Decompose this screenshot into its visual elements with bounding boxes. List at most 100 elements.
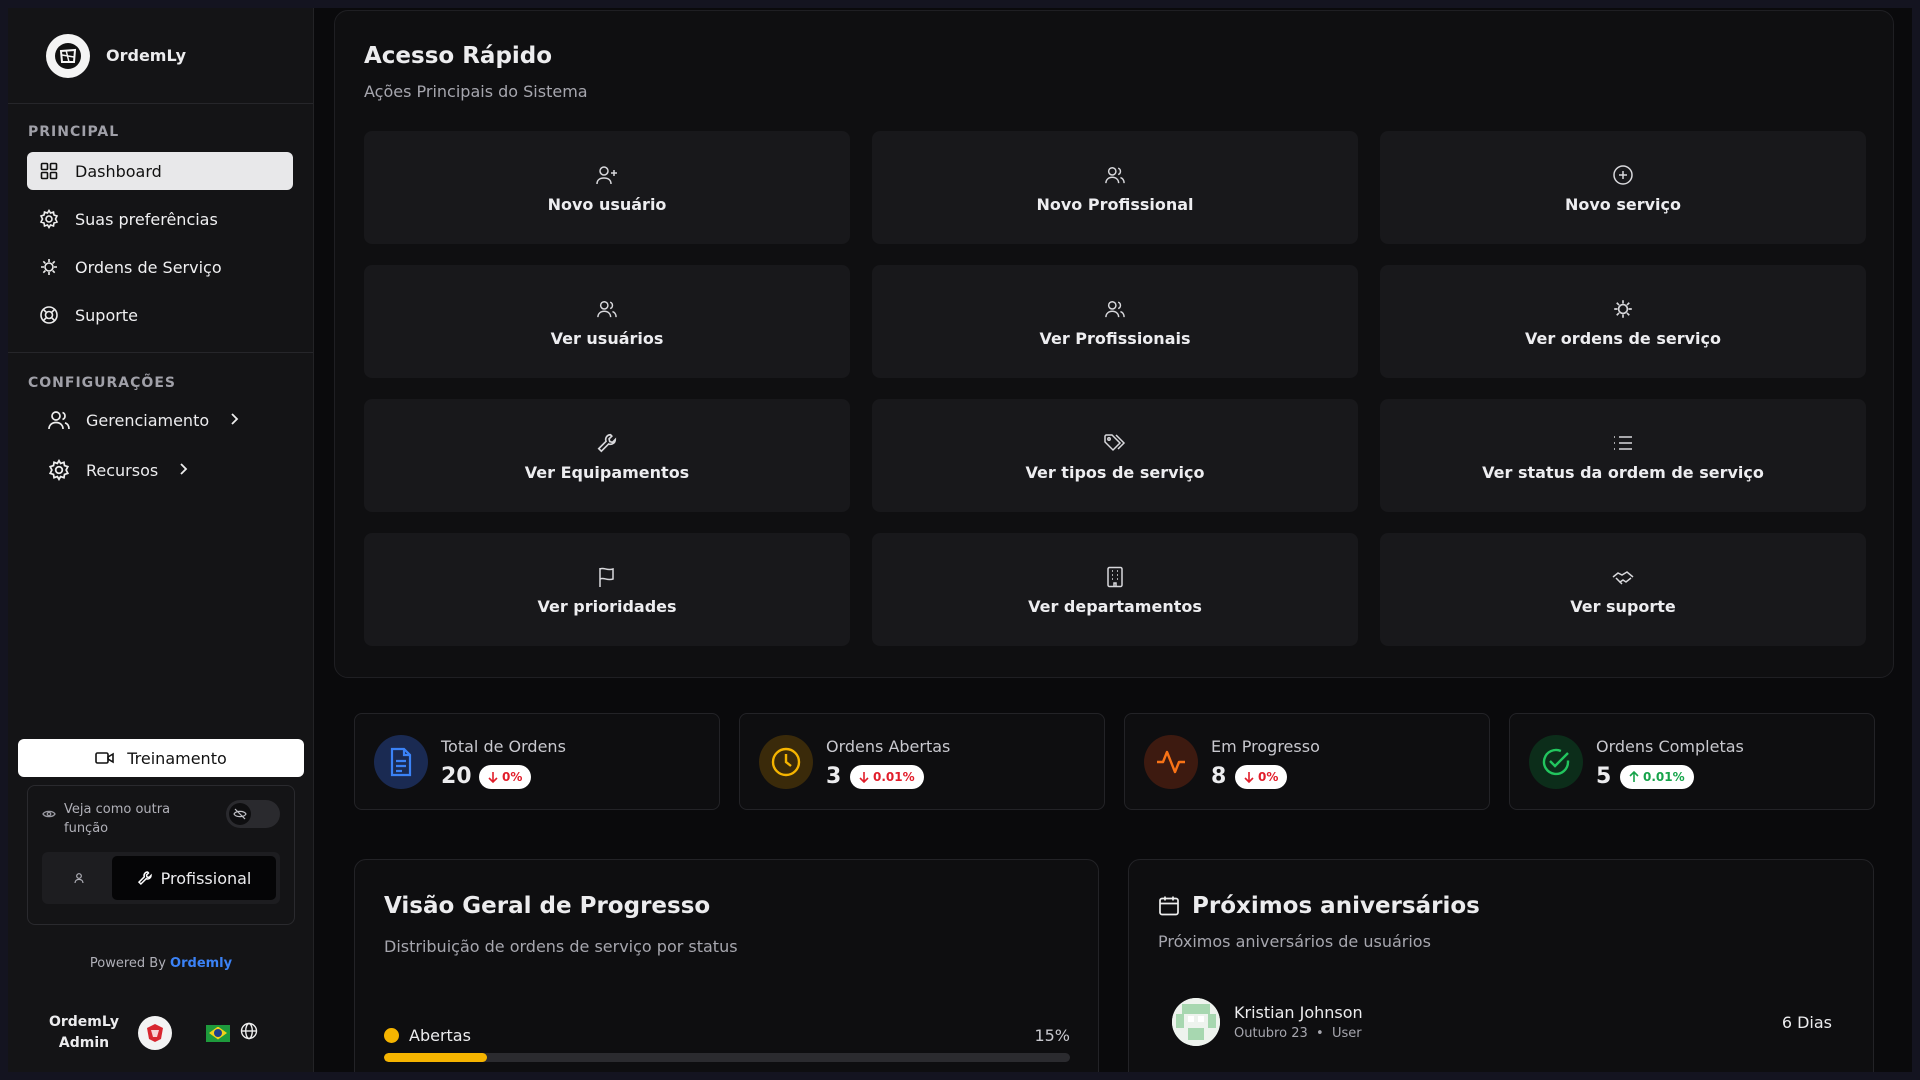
stat-card-open-orders[interactable]: Ordens Abertas 3 0.01% [739, 713, 1105, 810]
birthdays-subtitle: Próximos aniversários de usuários [1158, 932, 1431, 951]
tile-view-service-types[interactable]: Ver tipos de serviço [872, 399, 1358, 512]
birthday-meta: Outubro 23 • User [1234, 1026, 1363, 1041]
training-button[interactable]: Treinamento [18, 739, 304, 777]
role-switcher-panel: Veja como outra função Profissional [27, 785, 295, 925]
stat-card-completed-orders[interactable]: Ordens Completas 5 0.01% [1509, 713, 1875, 810]
tile-label: Novo serviço [1564, 194, 1682, 214]
users-icon [596, 296, 618, 322]
sidebar-item-resources[interactable]: Recursos [8, 445, 313, 495]
tile-label: Ver departamentos [1028, 596, 1202, 616]
wrench-icon [137, 871, 152, 886]
eye-icon [42, 804, 56, 823]
tile-new-user[interactable]: Novo usuário [364, 131, 850, 244]
tile-new-professional[interactable]: Novo Profissional [872, 131, 1358, 244]
check-circle-icon [1529, 735, 1583, 789]
avatar[interactable] [138, 1016, 172, 1050]
stat-value: 5 [1596, 764, 1612, 789]
tile-label: Ver Profissionais [1039, 328, 1191, 348]
training-label: Treinamento [127, 748, 227, 768]
birthdays-title-row: Próximos aniversários [1158, 893, 1480, 919]
arrow-down-icon [488, 772, 498, 783]
stat-change-value: 0.01% [1643, 770, 1685, 784]
section-config-label: CONFIGURAÇÕES [28, 375, 176, 391]
stat-card-total-orders[interactable]: Total de Ordens 20 0% [354, 713, 720, 810]
tile-view-order-status[interactable]: Ver status da ordem de serviço [1380, 399, 1866, 512]
role-option-user[interactable] [46, 856, 112, 900]
role-view-label: Veja como outra função [64, 802, 171, 836]
tile-label: Ver ordens de serviço [1524, 328, 1722, 348]
settings-icon [46, 457, 72, 483]
life-buoy-icon [37, 303, 61, 327]
stats-row: Total de Ordens 20 0% Ordens Abertas 3 0… [354, 713, 1875, 810]
birthdays-panel: Próximos aniversários Próximos aniversár… [1128, 859, 1874, 1080]
birthday-days: 6 Dias [1781, 1012, 1832, 1032]
sidebar-item-label: Dashboard [75, 161, 162, 181]
users-icon [1104, 162, 1126, 188]
tile-label: Ver prioridades [537, 596, 677, 616]
progress-title: Visão Geral de Progresso [384, 893, 711, 919]
user-icon [74, 873, 84, 884]
tile-view-users[interactable]: Ver usuários [364, 265, 850, 378]
brazil-flag-icon[interactable] [206, 1024, 230, 1042]
settings-icon [37, 207, 61, 231]
progress-row-percent: 15% [1034, 1026, 1070, 1045]
quick-access-title: Acesso Rápido [364, 43, 553, 69]
tile-label: Ver Equipamentos [524, 462, 690, 482]
stat-value: 8 [1211, 764, 1227, 789]
section-principal-label: PRINCIPAL [28, 124, 120, 140]
stat-label: Total de Ordens [441, 737, 566, 756]
file-text-icon [374, 735, 428, 789]
tags-icon [1103, 430, 1127, 456]
sidebar-item-support[interactable]: Suporte [27, 296, 293, 334]
flag-icon [597, 564, 617, 590]
quick-access-grid: Novo usuário Novo Profissional Novo serv… [364, 131, 1866, 646]
tile-label: Novo usuário [547, 194, 667, 214]
sidebar-item-preferences[interactable]: Suas preferências [27, 200, 293, 238]
cog-icon [1612, 296, 1634, 322]
sidebar-item-dashboard[interactable]: Dashboard [27, 152, 293, 190]
chevron-right-icon [178, 461, 188, 480]
sidebar-item-management[interactable]: Gerenciamento [8, 395, 313, 445]
sidebar-item-label: Suas preferências [75, 209, 218, 229]
stat-change-value: 0% [1258, 770, 1279, 784]
user-name[interactable]: OrdemLy Admin [48, 1012, 120, 1054]
tile-view-equipment[interactable]: Ver Equipamentos [364, 399, 850, 512]
progress-row-open: Abertas 15% [384, 1026, 1070, 1045]
progress-subtitle: Distribuição de ordens de serviço por st… [384, 937, 738, 956]
tile-label: Ver tipos de serviço [1025, 462, 1205, 482]
calendar-icon [1159, 896, 1179, 916]
sidebar-item-service-orders[interactable]: Ordens de Serviço [27, 248, 293, 286]
role-view-toggle[interactable] [226, 800, 280, 828]
clock-icon [759, 735, 813, 789]
stat-card-in-progress[interactable]: Em Progresso 8 0% [1124, 713, 1490, 810]
quick-access-panel: Acesso Rápido Ações Principais do Sistem… [334, 10, 1894, 678]
stat-value: 3 [826, 764, 842, 789]
handshake-icon [1611, 564, 1635, 590]
progress-row-label: Abertas [409, 1026, 471, 1045]
user-footer: OrdemLy Admin [48, 1012, 258, 1054]
layout-grid-icon [37, 159, 61, 183]
brand[interactable]: OrdemLy [8, 8, 313, 104]
globe-icon[interactable] [240, 1022, 258, 1044]
activity-icon [1144, 735, 1198, 789]
powered-brand-link[interactable]: Ordemly [170, 956, 232, 971]
tile-view-professionals[interactable]: Ver Profissionais [872, 265, 1358, 378]
tile-view-service-orders[interactable]: Ver ordens de serviço [1380, 265, 1866, 378]
tile-label: Ver status da ordem de serviço [1482, 462, 1764, 482]
progress-overview-panel: Visão Geral de Progresso Distribuição de… [354, 859, 1099, 1080]
birthday-item[interactable]: Kristian Johnson Outubro 23 • User 6 Dia… [1172, 998, 1832, 1046]
eye-off-icon [229, 803, 251, 825]
tile-view-priorities[interactable]: Ver prioridades [364, 533, 850, 646]
wrench-icon [596, 430, 618, 456]
tile-label: Novo Profissional [1036, 194, 1194, 214]
tile-view-departments[interactable]: Ver departamentos [872, 533, 1358, 646]
arrow-down-icon [1244, 772, 1254, 783]
tile-view-support[interactable]: Ver suporte [1380, 533, 1866, 646]
role-option-professional[interactable]: Profissional [112, 856, 276, 900]
stat-label: Em Progresso [1211, 737, 1320, 756]
status-dot [384, 1028, 399, 1043]
sidebar-item-label: Ordens de Serviço [75, 257, 222, 277]
tile-new-service[interactable]: Novo serviço [1380, 131, 1866, 244]
sidebar-item-label: Suporte [75, 305, 138, 325]
users-icon [46, 407, 72, 433]
